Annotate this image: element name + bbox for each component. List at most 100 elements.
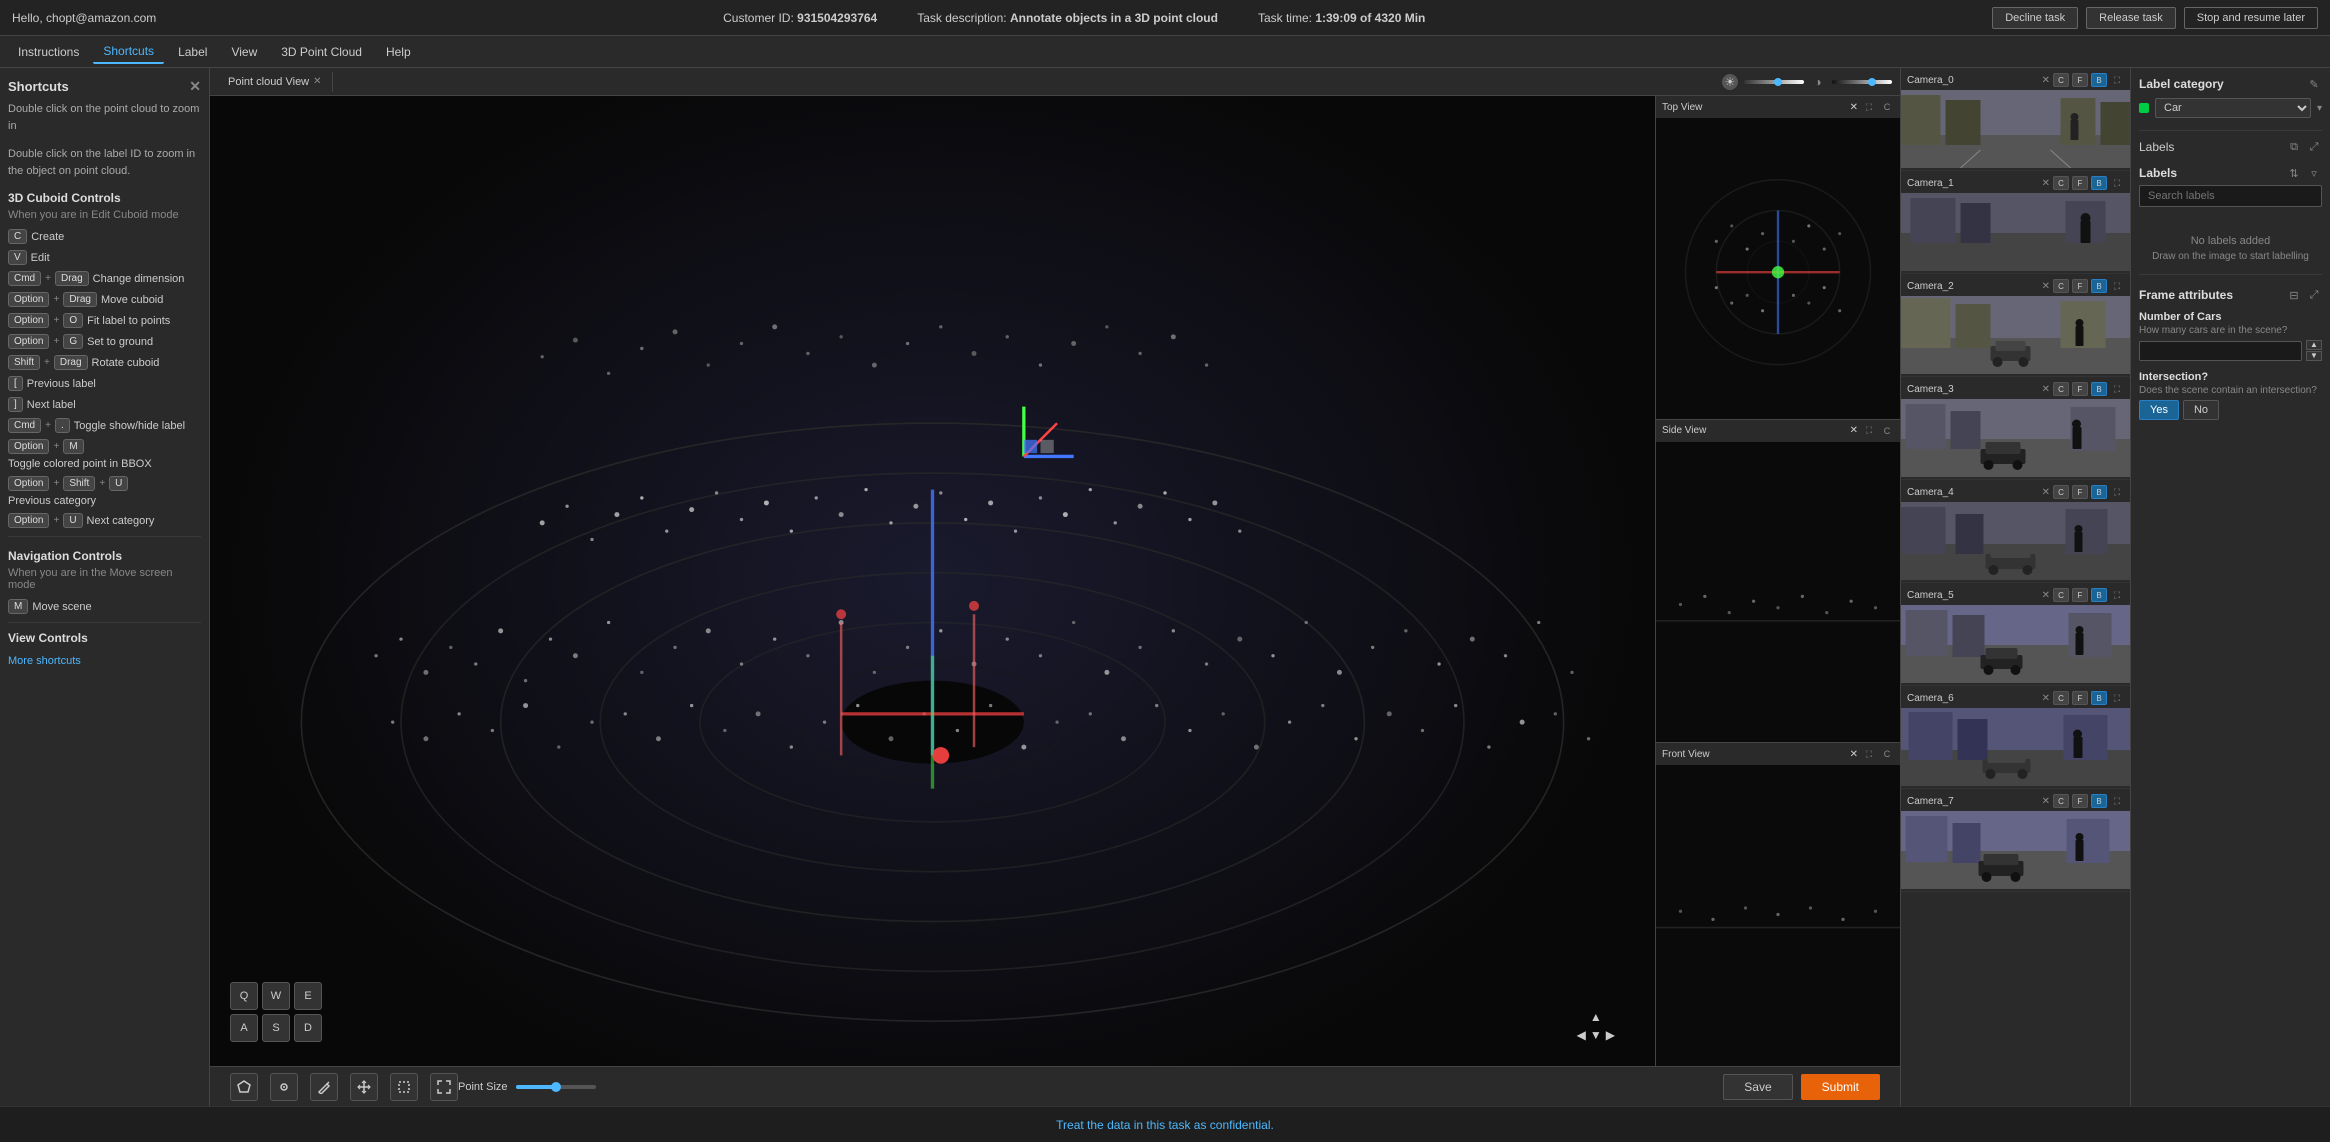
camera-3-b-btn[interactable]: B	[2091, 382, 2107, 396]
fullscreen-button[interactable]	[430, 1073, 458, 1101]
camera-7-thumbnail[interactable]	[1901, 811, 2130, 889]
camera-6-maximize[interactable]: ⛶	[2110, 691, 2124, 705]
camera-6-close[interactable]: ✕	[2042, 693, 2050, 704]
arrow-down-btn[interactable]: ▼	[1590, 1028, 1602, 1042]
menu-item-instructions[interactable]: Instructions	[8, 41, 89, 63]
intersection-no-button[interactable]: No	[2183, 400, 2219, 420]
side-view-content[interactable]	[1656, 442, 1900, 743]
camera-6-c-btn[interactable]: C	[2053, 691, 2069, 705]
camera-3-close[interactable]: ✕	[2042, 384, 2050, 395]
brightness-slider[interactable]	[1744, 80, 1804, 84]
arrow-up-btn[interactable]: ▲	[1590, 1010, 1602, 1024]
fullscreen-top-view[interactable]: ⛶	[1862, 100, 1876, 114]
num-cars-increment[interactable]: ▲	[2306, 340, 2322, 350]
close-shortcuts-button[interactable]: ✕	[189, 78, 201, 95]
camera-2-thumbnail[interactable]	[1901, 296, 2130, 374]
camera-0-c-btn[interactable]: C	[2053, 73, 2069, 87]
camera-3-f-btn[interactable]: F	[2072, 382, 2088, 396]
sync-front-view[interactable]: C	[1880, 747, 1894, 761]
point-size-slider[interactable]	[516, 1085, 596, 1089]
point-cloud-view[interactable]: Q W E A S D ▲	[210, 96, 1655, 1066]
menu-item-help[interactable]: Help	[376, 41, 421, 63]
camera-4-close[interactable]: ✕	[2042, 487, 2050, 498]
save-button[interactable]: Save	[1723, 1074, 1792, 1100]
camera-5-b-btn[interactable]: B	[2091, 588, 2107, 602]
num-cars-decrement[interactable]: ▼	[2306, 351, 2322, 361]
camera-2-close[interactable]: ✕	[2042, 281, 2050, 292]
menu-item-shortcuts[interactable]: Shortcuts	[93, 40, 164, 64]
label-category-edit-btn[interactable]: ✎	[2306, 76, 2322, 92]
camera-7-c-btn[interactable]: C	[2053, 794, 2069, 808]
search-labels-input[interactable]	[2139, 185, 2322, 207]
labels-filter-icon[interactable]: ⧉	[2286, 139, 2302, 155]
stop-resume-button[interactable]: Stop and resume later	[2184, 7, 2318, 29]
release-task-button[interactable]: Release task	[2086, 7, 2176, 29]
num-cars-input[interactable]	[2139, 341, 2302, 361]
fullscreen-side-view[interactable]: ⛶	[1862, 424, 1876, 438]
close-front-view[interactable]: ✕	[1850, 749, 1858, 760]
close-side-view[interactable]: ✕	[1850, 425, 1858, 436]
camera-3-c-btn[interactable]: C	[2053, 382, 2069, 396]
pencil-tool-button[interactable]	[310, 1073, 338, 1101]
camera-4-maximize[interactable]: ⛶	[2110, 485, 2124, 499]
camera-0-close[interactable]: ✕	[2042, 75, 2050, 86]
more-shortcuts-link[interactable]: More shortcuts	[8, 655, 201, 667]
camera-0-f-btn[interactable]: F	[2072, 73, 2088, 87]
category-select[interactable]: Car Truck Pedestrian	[2155, 98, 2311, 118]
camera-4-thumbnail[interactable]	[1901, 502, 2130, 580]
submit-button[interactable]: Submit	[1801, 1074, 1880, 1100]
top-view-content[interactable]	[1656, 118, 1900, 419]
camera-2-maximize[interactable]: ⛶	[2110, 279, 2124, 293]
key-d-btn[interactable]: D	[294, 1014, 322, 1042]
sync-top-view[interactable]: C	[1880, 100, 1894, 114]
camera-6-b-btn[interactable]: B	[2091, 691, 2107, 705]
frame-attrs-minimize-btn[interactable]: ⊟	[2286, 287, 2302, 303]
camera-1-b-btn[interactable]: B	[2091, 176, 2107, 190]
camera-0-thumbnail[interactable]	[1901, 90, 2130, 168]
sync-side-view[interactable]: C	[1880, 424, 1894, 438]
camera-2-f-btn[interactable]: F	[2072, 279, 2088, 293]
close-point-cloud-tab[interactable]: ✕	[313, 76, 321, 87]
camera-2-c-btn[interactable]: C	[2053, 279, 2069, 293]
camera-4-c-btn[interactable]: C	[2053, 485, 2069, 499]
polygon-tool-button[interactable]	[230, 1073, 258, 1101]
camera-5-thumbnail[interactable]	[1901, 605, 2130, 683]
arrow-left-btn[interactable]: ◀	[1577, 1028, 1586, 1042]
frame-attrs-expand-btn[interactable]: ⤢	[2306, 287, 2322, 303]
labels-filter-btn[interactable]: ▿	[2306, 165, 2322, 181]
camera-1-thumbnail[interactable]	[1901, 193, 2130, 271]
camera-3-thumbnail[interactable]	[1901, 399, 2130, 477]
move-tool-button[interactable]	[350, 1073, 378, 1101]
camera-1-c-btn[interactable]: C	[2053, 176, 2069, 190]
labels-sort-btn[interactable]: ⇅	[2286, 165, 2302, 181]
camera-2-b-btn[interactable]: B	[2091, 279, 2107, 293]
camera-6-f-btn[interactable]: F	[2072, 691, 2088, 705]
key-s-btn[interactable]: S	[262, 1014, 290, 1042]
camera-3-maximize[interactable]: ⛶	[2110, 382, 2124, 396]
camera-7-b-btn[interactable]: B	[2091, 794, 2107, 808]
camera-7-maximize[interactable]: ⛶	[2110, 794, 2124, 808]
camera-0-maximize[interactable]: ⛶	[2110, 73, 2124, 87]
camera-0-b-btn[interactable]: B	[2091, 73, 2107, 87]
camera-5-maximize[interactable]: ⛶	[2110, 588, 2124, 602]
camera-5-f-btn[interactable]: F	[2072, 588, 2088, 602]
select-region-button[interactable]	[390, 1073, 418, 1101]
intersection-yes-button[interactable]: Yes	[2139, 400, 2179, 420]
key-q-btn[interactable]: Q	[230, 982, 258, 1010]
front-view-content[interactable]	[1656, 765, 1900, 1066]
camera-7-f-btn[interactable]: F	[2072, 794, 2088, 808]
camera-7-close[interactable]: ✕	[2042, 796, 2050, 807]
menu-item-label[interactable]: Label	[168, 41, 217, 63]
arrow-right-btn[interactable]: ▶	[1606, 1028, 1615, 1042]
key-e-btn[interactable]: E	[294, 982, 322, 1010]
camera-6-thumbnail[interactable]	[1901, 708, 2130, 786]
camera-5-close[interactable]: ✕	[2042, 590, 2050, 601]
camera-4-b-btn[interactable]: B	[2091, 485, 2107, 499]
point-cloud-tab[interactable]: Point cloud View ✕	[218, 72, 333, 92]
camera-1-close[interactable]: ✕	[2042, 178, 2050, 189]
camera-4-f-btn[interactable]: F	[2072, 485, 2088, 499]
camera-5-c-btn[interactable]: C	[2053, 588, 2069, 602]
fullscreen-front-view[interactable]: ⛶	[1862, 747, 1876, 761]
labels-expand-icon[interactable]: ⤢	[2306, 139, 2322, 155]
point-tool-button[interactable]	[270, 1073, 298, 1101]
